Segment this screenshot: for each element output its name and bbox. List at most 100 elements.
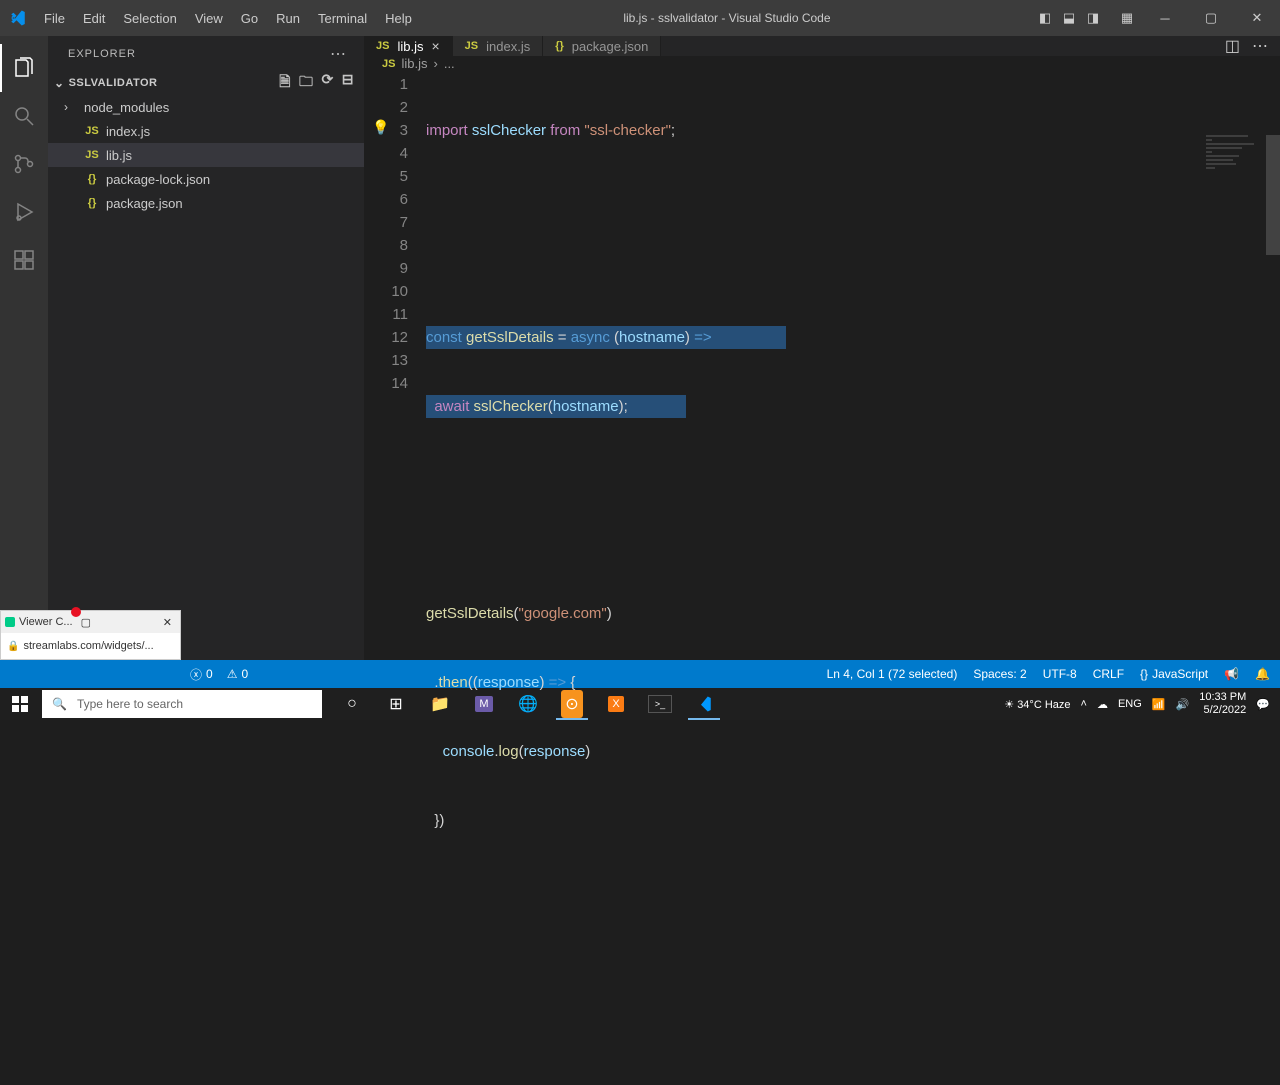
code-content[interactable]: import sslChecker from "ssl-checker"; co… — [426, 71, 1280, 1085]
tab-label: lib.js — [397, 39, 423, 54]
task-app2-icon[interactable]: ⊙ — [552, 688, 592, 720]
status-cursor-position[interactable]: Ln 4, Col 1 (72 selected) — [827, 667, 958, 681]
editor-more-icon[interactable]: ⋯ — [1252, 36, 1268, 56]
tray-notifications-icon[interactable]: 💬 — [1256, 698, 1270, 711]
task-cortana-icon[interactable]: ○ — [332, 688, 372, 720]
split-editor-icon[interactable]: ◫ — [1225, 36, 1240, 56]
tree-file-package-lock[interactable]: {} package-lock.json — [48, 167, 364, 191]
menu-help[interactable]: Help — [377, 5, 420, 32]
new-file-icon[interactable]: 🗎 — [279, 71, 291, 95]
tray-clock[interactable]: 10:33 PM 5/2/2022 — [1199, 691, 1246, 717]
popup-url: streamlabs.com/widgets/... — [23, 640, 153, 652]
task-vscode-icon[interactable] — [684, 688, 724, 720]
lightbulb-icon[interactable]: 💡 — [372, 119, 389, 136]
activity-bar — [0, 36, 48, 660]
json-file-icon: {} — [84, 197, 100, 209]
tray-onedrive-icon[interactable]: ☁ — [1097, 698, 1108, 711]
activity-run-debug-icon[interactable] — [0, 188, 48, 236]
tree-file-package-json[interactable]: {} package.json — [48, 191, 364, 215]
js-file-icon: JS — [84, 125, 100, 137]
task-file-explorer-icon[interactable]: 📁 — [420, 688, 460, 720]
new-folder-icon[interactable]: 🗀 — [299, 71, 314, 95]
folder-header[interactable]: ⌄ SSLVALIDATOR 🗎 🗀 ⟳ ⊟ — [48, 71, 364, 95]
tab-label: index.js — [486, 39, 530, 54]
menu-view[interactable]: View — [187, 5, 231, 32]
vscode-logo-icon — [0, 9, 36, 27]
window-minimize-icon[interactable]: ─ — [1142, 0, 1188, 36]
task-chrome-icon[interactable]: 🌐 — [508, 688, 548, 720]
tree-folder-node-modules[interactable]: › node_modules — [48, 95, 364, 119]
browser-popup-window[interactable]: Viewer C... ▢ ✕ 🔒 streamlabs.com/widgets… — [0, 610, 181, 660]
tray-chevron-icon[interactable]: ˄ — [1081, 698, 1087, 710]
sidebar-more-icon[interactable]: ⋯ — [330, 44, 348, 64]
popup-close-icon[interactable]: ✕ — [159, 616, 176, 629]
layout-panel-left-icon[interactable]: ◧ — [1034, 7, 1056, 29]
sidebar-explorer: EXPLORER ⋯ ⌄ SSLVALIDATOR 🗎 🗀 ⟳ ⊟ › node… — [48, 36, 364, 660]
task-terminal-icon[interactable]: >_ — [640, 688, 680, 720]
status-encoding[interactable]: UTF-8 — [1043, 667, 1077, 681]
activity-search-icon[interactable] — [0, 92, 48, 140]
layout-panel-right-icon[interactable]: ◨ — [1082, 7, 1104, 29]
chevron-right-icon: › — [64, 100, 78, 114]
js-file-icon: JS — [465, 40, 478, 52]
window-close-icon[interactable]: ✕ — [1234, 0, 1280, 36]
task-app1-icon[interactable]: M — [464, 688, 504, 720]
tab-package-json[interactable]: {} package.json — [543, 36, 661, 56]
line-gutter: 1234567891011121314 — [364, 71, 426, 1085]
tray-wifi-icon[interactable]: 📶 — [1152, 698, 1166, 711]
menu-run[interactable]: Run — [268, 5, 308, 32]
tray-weather[interactable]: ☀ 34°C Haze — [1004, 698, 1070, 711]
breadcrumb[interactable]: JS lib.js › ... — [364, 56, 1280, 71]
error-icon: ⓧ — [190, 666, 202, 683]
status-language[interactable]: {} JavaScript — [1140, 667, 1208, 681]
tab-lib-js[interactable]: JS lib.js × — [364, 36, 453, 56]
chevron-down-icon: ⌄ — [54, 76, 65, 90]
layout-panel-bottom-icon[interactable]: ⬓ — [1058, 7, 1080, 29]
status-spaces[interactable]: Spaces: 2 — [973, 667, 1026, 681]
popup-maximize-icon[interactable]: ▢ — [77, 616, 95, 629]
tab-label: package.json — [572, 39, 649, 54]
window-maximize-icon[interactable]: ▢ — [1188, 0, 1234, 36]
file-tree: › node_modules JS index.js JS lib.js {} … — [48, 95, 364, 215]
status-errors[interactable]: ⓧ0 — [190, 666, 213, 683]
minimap[interactable] — [1206, 135, 1266, 175]
sidebar-title: EXPLORER — [68, 48, 136, 60]
tree-file-lib-js[interactable]: JS lib.js — [48, 143, 364, 167]
taskbar-search[interactable]: 🔍 Type here to search — [42, 690, 322, 718]
windows-taskbar: 🔍 Type here to search ○ ⊞ 📁 M 🌐 ⊙ X >_ ☀… — [0, 688, 1280, 720]
refresh-icon[interactable]: ⟳ — [322, 71, 334, 95]
tree-file-index-js[interactable]: JS index.js — [48, 119, 364, 143]
favicon-icon — [5, 617, 15, 627]
folder-name: SSLVALIDATOR — [69, 77, 158, 89]
tray-volume-icon[interactable]: 🔊 — [1176, 698, 1190, 711]
status-eol[interactable]: CRLF — [1093, 667, 1124, 681]
tab-close-icon[interactable]: × — [431, 38, 439, 54]
tray-language-icon[interactable]: ENG — [1118, 698, 1142, 710]
task-taskview-icon[interactable]: ⊞ — [376, 688, 416, 720]
start-button[interactable] — [0, 688, 40, 720]
status-feedback-icon[interactable]: 📢 — [1224, 667, 1239, 681]
code-editor[interactable]: 💡 1234567891011121314 import sslChecker … — [364, 71, 1280, 1085]
editor-tabs: JS lib.js × JS index.js {} package.json … — [364, 36, 1280, 56]
js-file-icon: JS — [84, 149, 100, 161]
tab-index-js[interactable]: JS index.js — [453, 36, 544, 56]
menu-file[interactable]: File — [36, 5, 73, 32]
menu-edit[interactable]: Edit — [75, 5, 113, 32]
task-xampp-icon[interactable]: X — [596, 688, 636, 720]
title-bar: File Edit Selection View Go Run Terminal… — [0, 0, 1280, 36]
layout-customize-icon[interactable]: ▦ — [1116, 7, 1138, 29]
collapse-icon[interactable]: ⊟ — [342, 71, 354, 95]
breadcrumb-rest: ... — [444, 56, 455, 71]
menu-bar: File Edit Selection View Go Run Terminal… — [36, 5, 420, 32]
activity-explorer-icon[interactable] — [0, 44, 48, 92]
activity-source-control-icon[interactable] — [0, 140, 48, 188]
status-warnings[interactable]: ⚠0 — [227, 667, 248, 681]
menu-terminal[interactable]: Terminal — [310, 5, 375, 32]
vertical-scrollbar[interactable] — [1266, 135, 1280, 255]
menu-selection[interactable]: Selection — [115, 5, 184, 32]
breadcrumb-file: lib.js — [401, 56, 427, 71]
status-notifications-icon[interactable]: 🔔 — [1255, 667, 1270, 681]
menu-go[interactable]: Go — [233, 5, 266, 32]
json-file-icon: {} — [84, 173, 100, 185]
activity-extensions-icon[interactable] — [0, 236, 48, 284]
